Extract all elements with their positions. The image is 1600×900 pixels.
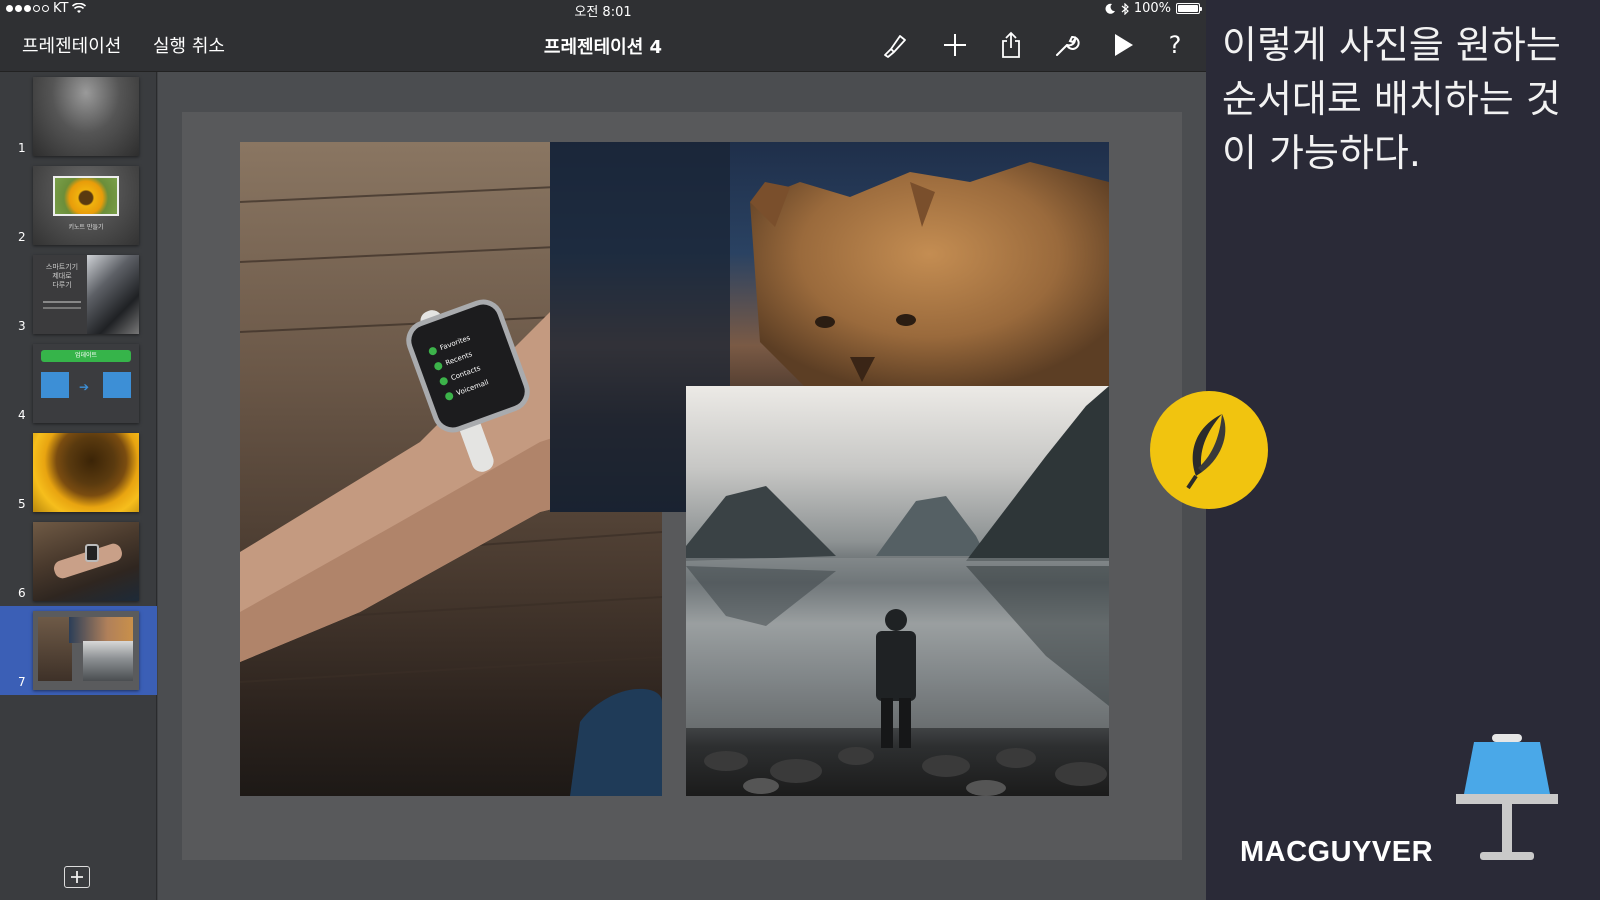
photo-lake-mountain[interactable]: [686, 386, 1109, 796]
wrench-icon[interactable]: [1052, 30, 1082, 60]
slide-number: 2: [18, 230, 26, 244]
feather-badge-icon: [1150, 391, 1268, 509]
overlay-caption: 이렇게 사진을 원하는 순서대로 배치하는 것이 가능하다.: [1222, 23, 1561, 175]
slide-thumbnail-image: 업데이트 ➔: [33, 344, 139, 423]
plus-icon[interactable]: [940, 30, 970, 60]
undo-button[interactable]: 실행 취소: [153, 32, 225, 58]
toolbar: 프레젠테이션 실행 취소 프레젠테이션 4 ?: [0, 18, 1206, 72]
plus-icon: [71, 871, 83, 883]
slide-canvas: Favorites Recents Contacts Voicemail: [158, 72, 1206, 900]
slide-thumbnail-3[interactable]: 스마트기기 제대로 다루기 3: [0, 250, 157, 339]
slide-thumbnail-1[interactable]: 1: [0, 72, 157, 161]
slide-thumbnail-4[interactable]: 업데이트 ➔ 4: [0, 339, 157, 428]
add-slide-button[interactable]: [64, 866, 90, 888]
play-icon[interactable]: [1108, 30, 1138, 60]
presentations-button[interactable]: 프레젠테이션: [22, 32, 121, 58]
slide-title: 스마트기기 제대로 다루기: [45, 263, 79, 289]
bluetooth-icon: [1121, 2, 1129, 15]
battery-icon: [1176, 3, 1202, 14]
slide-thumbnail-image: [33, 433, 139, 512]
slide-banner: 업데이트: [41, 350, 131, 362]
brand-name: MACGUYVER: [1240, 836, 1434, 868]
slide-thumbnail-2[interactable]: 키노트 만들기 2: [0, 161, 157, 250]
help-icon[interactable]: ?: [1160, 30, 1190, 60]
arrow-right-icon: ➔: [79, 380, 90, 394]
slide-thumbnail-image: 키노트 만들기: [33, 166, 139, 245]
slide-number: 3: [18, 319, 26, 333]
slide[interactable]: Favorites Recents Contacts Voicemail: [182, 112, 1182, 860]
slide-thumbnail-image: [33, 77, 139, 156]
slide-thumbnail-image: [33, 611, 139, 690]
slide-thumbnail-image: 스마트기기 제대로 다루기: [33, 255, 139, 334]
slide-number: 1: [18, 141, 26, 155]
share-icon[interactable]: [996, 30, 1026, 60]
slide-number: 6: [18, 586, 26, 600]
brush-icon[interactable]: [880, 30, 910, 60]
slide-navigator: 1 키노트 만들기 2 스마트기기 제대로 다루기 3 업데이트 ➔ 4 5 6…: [0, 72, 157, 900]
slide-number: 7: [18, 675, 26, 689]
status-bar: KT 오전 8:01 100%: [0, 0, 1206, 20]
slide-thumbnail-image: [33, 522, 139, 601]
slide-number: 4: [18, 408, 26, 422]
slide-thumbnail-5[interactable]: 5: [0, 428, 157, 517]
slide-thumbnail-6[interactable]: 6: [0, 517, 157, 606]
device-photo: [87, 255, 139, 334]
battery-percent: 100%: [1133, 1, 1171, 16]
slide-caption: 키노트 만들기: [68, 224, 104, 231]
slide-number: 5: [18, 497, 26, 511]
keynote-logo-icon: [1452, 730, 1562, 874]
moon-icon: [1105, 3, 1115, 14]
ipad-screen: KT 오전 8:01 100% 프레젠테이션 실행 취소 프레젠테이션 4 ? …: [0, 0, 1206, 900]
sunflower-photo: [53, 176, 119, 216]
slide-thumbnail-7[interactable]: 7: [0, 606, 157, 695]
